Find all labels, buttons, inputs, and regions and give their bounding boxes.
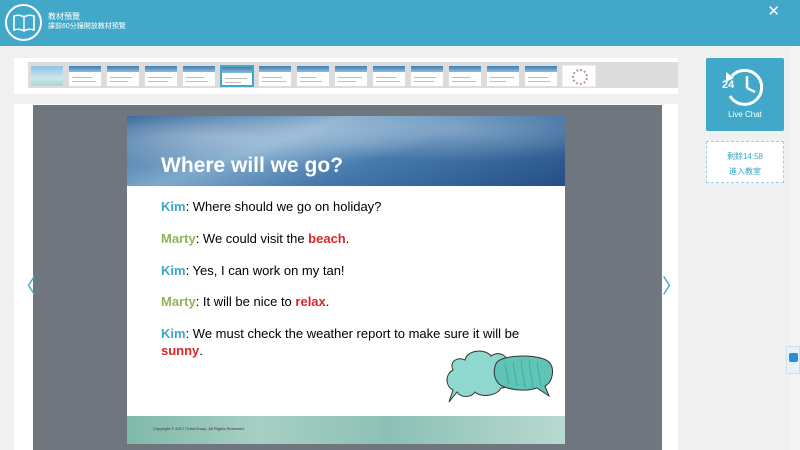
thumbnail-9[interactable]: [334, 65, 368, 87]
thumbnail-13[interactable]: [486, 65, 520, 87]
thumbnail-11[interactable]: [410, 65, 444, 87]
chat-hours-number: 24: [722, 79, 735, 91]
app-header: 教材預覽 課前60分鐘開放教材預覽 ✕: [0, 0, 800, 46]
slide-footer-banner: Copyright © 2017 iTutorGroup. All Rights…: [127, 416, 565, 444]
highlight-word: sunny: [161, 343, 200, 358]
dialogue-line: Marty: It will be nice to relax.: [161, 293, 531, 310]
countdown-timer: 剩餘14:58: [726, 152, 764, 161]
line-text: : We must check the weather report to ma…: [185, 326, 520, 341]
thumbnail-1[interactable]: [30, 65, 64, 87]
prev-slide-arrow-icon[interactable]: 〈: [16, 270, 36, 299]
speaker-name: Marty: [161, 231, 196, 246]
thumbnail-strip: [14, 58, 678, 94]
line-end: .: [345, 231, 350, 246]
dialogue-line: Marty: We could visit the beach.: [161, 230, 531, 247]
speaker-name: Kim: [161, 199, 186, 214]
thumbnail-2[interactable]: [68, 65, 102, 87]
dialogue-line: Kim: Yes, I can work on my tan!: [161, 262, 531, 279]
thumbnail-6-selected[interactable]: [220, 65, 254, 87]
line-text: : Where should we go on holiday?: [185, 199, 382, 214]
highlight-word: relax: [295, 294, 326, 309]
line-text: : We could visit the: [195, 231, 309, 246]
page-scrollbar[interactable]: [791, 46, 800, 450]
speaker-name: Kim: [161, 326, 186, 341]
live-chat-button[interactable]: 24 Live Chat: [706, 58, 784, 131]
thumbnail-3[interactable]: [106, 65, 140, 87]
thumbnail-5[interactable]: [182, 65, 216, 87]
thumbnail-7[interactable]: [258, 65, 292, 87]
copyright-text: Copyright © 2017 iTutorGroup. All Rights…: [153, 426, 245, 431]
slide-title: Where will we go?: [161, 154, 344, 177]
speaker-name: Marty: [161, 294, 196, 309]
thumbnail-12[interactable]: [448, 65, 482, 87]
line-end: .: [199, 343, 203, 358]
thumbnail-track[interactable]: [28, 62, 678, 88]
slide-page: Where will we go? Kim: Where should we g…: [127, 116, 565, 444]
thumbnail-15[interactable]: [562, 65, 596, 87]
book-logo-icon: [5, 4, 42, 41]
close-button[interactable]: ✕: [767, 4, 780, 19]
thumbnail-14[interactable]: [524, 65, 558, 87]
dialogue-line: Kim: Where should we go on holiday?: [161, 198, 531, 215]
side-chat-widget-icon[interactable]: [786, 346, 800, 374]
line-text: : It will be nice to: [195, 294, 296, 309]
speech-bubbles-icon: [446, 350, 553, 403]
enter-classroom-link[interactable]: 進入教室: [707, 166, 783, 177]
speaker-name: Kim: [161, 263, 186, 278]
header-subtitle: 課前60分鐘開放教材預覽: [48, 23, 126, 30]
thumbnail-4[interactable]: [144, 65, 178, 87]
thumbnail-10[interactable]: [372, 65, 406, 87]
enter-classroom-box[interactable]: 剩餘14:58 進入教室: [706, 141, 784, 183]
thumbnail-8[interactable]: [296, 65, 330, 87]
line-text: : Yes, I can work on my tan!: [185, 263, 345, 278]
line-end: .: [325, 294, 330, 309]
live-chat-label: Live Chat: [728, 110, 762, 119]
next-slide-arrow-icon[interactable]: 〉: [662, 270, 682, 299]
highlight-word: beach: [308, 231, 346, 246]
